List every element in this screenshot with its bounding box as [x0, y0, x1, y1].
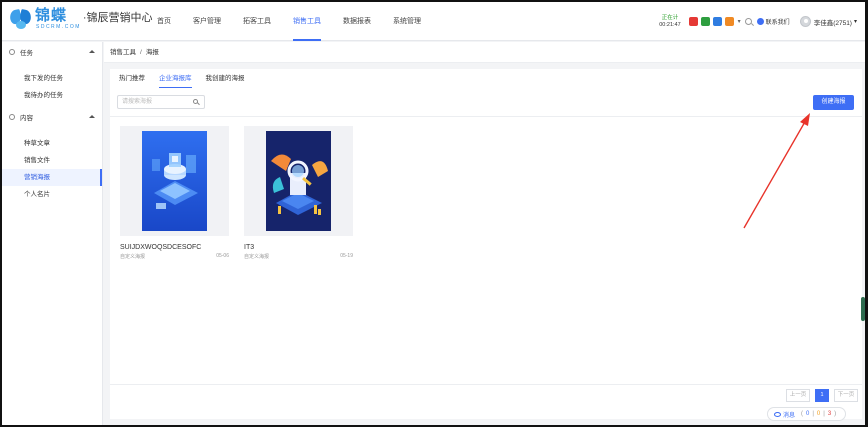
chat-icon [756, 18, 764, 25]
green-app-icon[interactable] [700, 17, 710, 26]
breadcrumb-current: 海报 [145, 49, 159, 56]
poster-name: IT3 [244, 244, 255, 251]
blue-app-icon[interactable] [712, 17, 722, 26]
page-number-button[interactable]: 1 [815, 389, 829, 402]
create-poster-button[interactable]: 创建海报 [813, 95, 854, 110]
search-icon[interactable] [744, 18, 752, 25]
divider [110, 116, 862, 117]
nav-data-reports[interactable]: 数据报表 [343, 2, 371, 41]
sidebar-item-my-issued-tasks[interactable]: 我下发的任务 [2, 70, 102, 87]
sidebar-group-label: 内容 [20, 115, 33, 122]
search-input[interactable] [122, 96, 190, 108]
timer-value: 00:21:47 [659, 21, 681, 28]
app-window: 锦蝶 SDCRM.COM ·锦辰营销中心 首页 客户管理 拓客工具 销售工具 数… [0, 0, 868, 427]
task-icon [9, 49, 15, 55]
poster-thumbnail[interactable] [244, 126, 353, 236]
pagination: 上一页 1 下一页 [781, 389, 858, 402]
header-tools: 正在计 00:21:47 ▾ 联系我们 李佳鑫(2751) ▾ [659, 2, 857, 41]
poster-date: 05-06 [216, 253, 229, 259]
sidebar-group-content[interactable]: 内容 [2, 107, 102, 127]
user-menu-chevron-icon[interactable]: ▾ [854, 18, 857, 25]
search-icon[interactable] [193, 99, 198, 104]
nav-system-management[interactable]: 系统管理 [393, 2, 421, 41]
tab-hot-recommend[interactable]: 热门推荐 [119, 69, 145, 89]
poster-search [117, 95, 205, 109]
poster-thumbnail[interactable] [120, 126, 229, 236]
logo-chinese-text: 锦蝶 [35, 7, 68, 24]
sidebar-group-tasks[interactable]: 任务 [2, 42, 102, 62]
collapse-icon[interactable] [89, 50, 95, 53]
poster-date: 05-19 [340, 253, 353, 259]
poster-panel: 热门推荐 企业海报库 我创建的海报 创建海报 [110, 69, 862, 419]
call-timer[interactable]: 正在计 00:21:47 [659, 15, 680, 29]
poster-card[interactable]: SUIJDXWOQSDCESOFC 自定义海报 05-06 [120, 126, 229, 260]
eye-icon [774, 411, 781, 417]
sidebar-item-business-card[interactable]: 个人名片 [2, 186, 102, 203]
content-icon [9, 114, 15, 120]
next-page-button[interactable]: 下一页 [834, 389, 858, 402]
poster-name: SUIJDXWOQSDCESOFC [120, 244, 202, 251]
logo-english-text: SDCRM.COM [36, 24, 81, 30]
collapse-icon[interactable] [89, 115, 95, 118]
message-label: 消息 [783, 412, 796, 419]
sidebar: 任务 我下发的任务 我待办的任务 内容 种草文章 销售文件 营销海报 个人名片 [2, 42, 103, 425]
main-nav: 首页 客户管理 拓客工具 销售工具 数据报表 系统管理 [157, 2, 443, 41]
nav-customer-management[interactable]: 客户管理 [193, 2, 221, 41]
sidebar-item-sales-files[interactable]: 销售文件 [2, 152, 102, 169]
breadcrumb: 销售工具 / 海报 [104, 42, 865, 63]
top-navbar: 锦蝶 SDCRM.COM ·锦辰营销中心 首页 客户管理 拓客工具 销售工具 数… [2, 2, 865, 41]
red-app-icon[interactable] [688, 17, 698, 26]
message-count-alert: 3 [827, 411, 832, 417]
tab-my-posters[interactable]: 我创建的海报 [206, 69, 245, 89]
message-counter[interactable]: 消息 ( 0 | 0 | 3 ) [767, 407, 847, 421]
poster-type: 自定义海报 [120, 254, 146, 260]
message-count-warning: 0 [816, 411, 821, 417]
poster-tabs: 热门推荐 企业海报库 我创建的海报 [119, 69, 259, 89]
count-separator: | [823, 411, 825, 417]
poster-image-analytics-dark [266, 131, 331, 231]
chevron-down-icon[interactable]: ▾ [738, 18, 741, 25]
sidebar-group-label: 任务 [20, 50, 33, 57]
breadcrumb-parent[interactable]: 销售工具 [110, 49, 136, 56]
brand-logo[interactable]: 锦蝶 SDCRM.COM ·锦辰营销中心 [8, 7, 153, 34]
contact-us-link[interactable]: 联系我们 [766, 17, 790, 26]
sidebar-item-my-pending-tasks[interactable]: 我待办的任务 [2, 87, 102, 104]
poster-card[interactable]: IT3 自定义海报 05-19 [244, 126, 353, 260]
user-name[interactable]: 李佳鑫(2751) [814, 17, 852, 27]
breadcrumb-separator: / [140, 49, 142, 56]
logo-subtitle: ·锦辰营销中心 [82, 12, 153, 24]
message-count-primary: 0 [806, 411, 810, 417]
avatar[interactable] [799, 16, 811, 27]
orange-app-icon[interactable] [724, 17, 734, 26]
sidebar-item-marketing-posters[interactable]: 营销海报 [2, 169, 102, 186]
scrollbar-thumb[interactable] [861, 297, 865, 321]
nav-prospecting-tools[interactable]: 拓客工具 [243, 2, 271, 41]
count-separator: | [812, 411, 814, 417]
sidebar-item-articles[interactable]: 种草文章 [2, 135, 102, 152]
poster-type: 自定义海报 [244, 254, 270, 260]
divider [110, 384, 862, 385]
nav-home[interactable]: 首页 [157, 2, 171, 41]
butterfly-logo-icon [8, 8, 33, 30]
prev-page-button[interactable]: 上一页 [786, 389, 810, 402]
poster-image-tech-blue [142, 131, 207, 231]
tab-enterprise-library[interactable]: 企业海报库 [159, 69, 192, 89]
nav-sales-tools[interactable]: 销售工具 [293, 2, 321, 41]
timer-status: 正在计 [661, 14, 679, 21]
